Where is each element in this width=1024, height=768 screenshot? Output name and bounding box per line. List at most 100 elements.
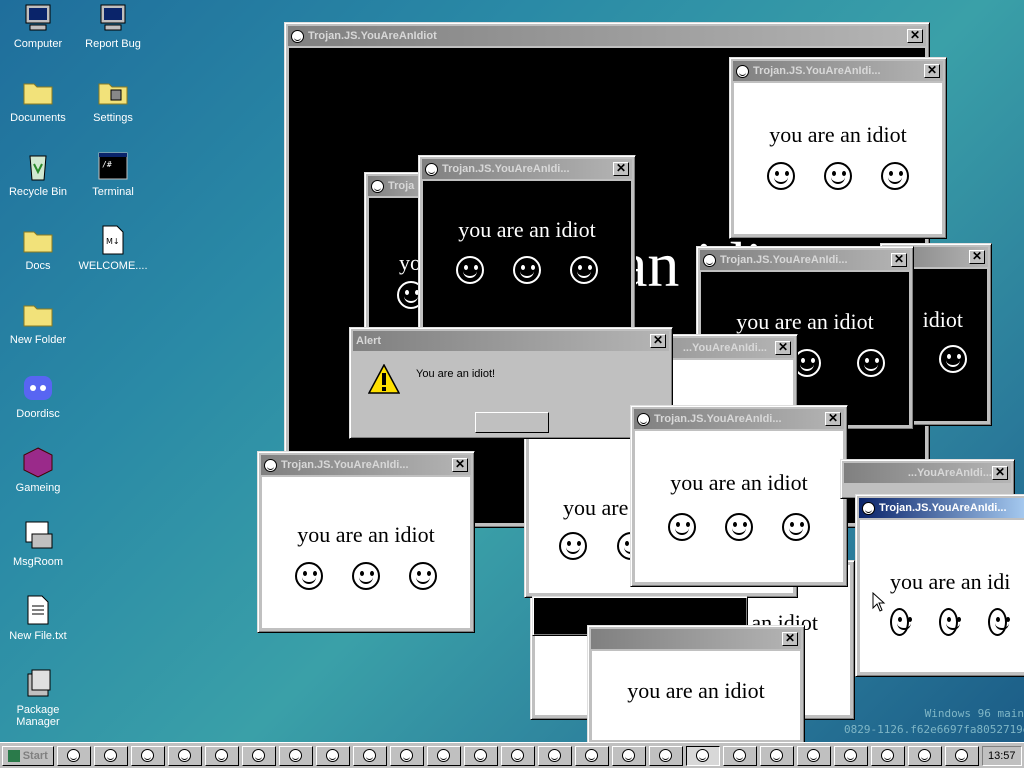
close-button[interactable]: ✕ (613, 162, 629, 176)
desktop-icon[interactable]: Settings (78, 76, 148, 124)
recycle-bin-icon (21, 150, 55, 182)
taskbar-window-button[interactable] (426, 745, 461, 766)
taskbar-window-button[interactable] (389, 745, 424, 766)
desktop-icon[interactable]: Documents (3, 76, 73, 124)
smiley-icon (939, 608, 960, 637)
taskbar-window-button[interactable] (722, 745, 757, 766)
smiley-icon (890, 608, 911, 637)
desktop-icon[interactable]: M↓ WELCOME.... (78, 224, 148, 272)
smiley-icon (988, 608, 1009, 637)
close-button[interactable]: ✕ (992, 466, 1008, 480)
desktop-icon[interactable]: Gameing (3, 446, 73, 494)
alert-dialog[interactable]: Alert ✕ You are an idiot! (349, 327, 673, 439)
smiley-icon (637, 412, 650, 426)
smiley-icon (67, 749, 80, 762)
start-button[interactable]: Start (2, 745, 54, 766)
taskbar-window-button[interactable] (278, 745, 313, 766)
window-message: you are an idiot (736, 308, 874, 334)
trojan-window[interactable]: Trojan.JS.YouAreAnIdi... ✕ you are an idi… (729, 57, 947, 239)
smiley-icon (291, 29, 304, 43)
desktop-icon[interactable]: Docs (3, 224, 73, 272)
trojan-window[interactable]: Trojan.JS.YouAreAnIdi... ✕ you are an idi… (257, 451, 475, 633)
close-button[interactable]: ✕ (650, 334, 666, 348)
taskbar-window-button[interactable] (130, 745, 165, 766)
taskbar-window-button[interactable] (241, 745, 276, 766)
taskbar-window-button[interactable] (93, 745, 128, 766)
smiley-icon (363, 749, 376, 762)
trojan-window[interactable]: Trojan.JS.YouAreAnIdi... ✕ you are an idi… (630, 405, 848, 587)
taskbar: Start 13:57 (0, 742, 1024, 768)
close-button[interactable]: ✕ (969, 250, 985, 264)
taskbar-window-button[interactable] (796, 745, 831, 766)
taskbar-window-button[interactable] (759, 745, 794, 766)
desktop-icon[interactable]: Doordisc (3, 372, 73, 420)
smiley-icon (696, 749, 709, 762)
taskbar-window-button[interactable] (611, 745, 646, 766)
desktop-icon[interactable]: Package Manager (3, 668, 73, 728)
desktop-icon[interactable]: New Folder (3, 298, 73, 346)
close-button[interactable]: ✕ (891, 253, 907, 267)
smiley-icon (252, 749, 265, 762)
text-file-icon (21, 594, 55, 626)
smiley-icon (559, 532, 587, 561)
close-button[interactable]: ✕ (782, 632, 798, 646)
desktop-icon[interactable]: Recycle Bin (3, 150, 73, 198)
smiley-icon (823, 161, 852, 190)
smiley-icon (955, 749, 968, 762)
terminal-icon: /# (96, 150, 130, 182)
taskbar-window-button[interactable] (574, 745, 609, 766)
taskbar-window-button[interactable] (167, 745, 202, 766)
taskbar-window-button[interactable] (537, 745, 572, 766)
smiley-icon (289, 749, 302, 762)
taskbar-window-button[interactable] (870, 745, 905, 766)
smiley-icon (371, 179, 384, 193)
taskbar-window-button[interactable] (463, 745, 498, 766)
trojan-window[interactable]: ✕ you are an idiot (587, 625, 805, 745)
taskbar-window-button[interactable] (315, 745, 350, 766)
desktop-icon-label: MsgRoom (12, 556, 64, 568)
smiley-icon (570, 255, 599, 284)
smiley-icon (326, 749, 339, 762)
computer-icon (96, 2, 130, 34)
taskbar-window-button[interactable] (500, 745, 535, 766)
desktop-icon-label: Package Manager (16, 704, 60, 728)
taskbar-window-button[interactable] (56, 745, 91, 766)
smiley-icon (264, 458, 277, 472)
close-button[interactable]: ✕ (907, 29, 923, 43)
taskbar-window-button[interactable] (352, 745, 387, 766)
taskbar-window-button[interactable] (648, 745, 683, 766)
desktop-icon[interactable]: MsgRoom (3, 520, 73, 568)
trojan-window[interactable]: Trojan.JS.YouAreAnIdi... ✕ you are an idi… (418, 155, 636, 335)
msgroom-icon (21, 520, 55, 552)
taskbar-window-button[interactable] (944, 745, 979, 766)
desktop-icon-label: Terminal (92, 186, 134, 198)
smiley-icon (400, 749, 413, 762)
smiley-icon (622, 749, 635, 762)
smiley-icon (512, 255, 541, 284)
desktop-icon-label: New File.txt (9, 630, 67, 642)
trojan-window[interactable]: ...YouAreAnIdi... ✕ (840, 459, 1015, 499)
smiley-icon (548, 749, 561, 762)
window-message: you are an idi (890, 568, 1011, 594)
svg-text:/#: /# (102, 160, 112, 169)
trojan-window-active[interactable]: Trojan.JS.YouAreAnIdi... you are an idi (855, 494, 1024, 677)
taskbar-window-button[interactable] (685, 745, 720, 766)
taskbar-window-button[interactable] (907, 745, 942, 766)
smiley-icon (733, 749, 746, 762)
taskbar-window-button[interactable] (204, 745, 239, 766)
desktop-icon[interactable]: New File.txt (3, 594, 73, 642)
desktop-icon[interactable]: /# Terminal (78, 150, 148, 198)
smiley-icon (409, 561, 438, 590)
close-button[interactable]: ✕ (775, 341, 791, 355)
folder-icon (21, 76, 55, 108)
smiley-icon (703, 253, 716, 267)
close-button[interactable]: ✕ (924, 64, 940, 78)
close-button[interactable]: ✕ (825, 412, 841, 426)
desktop-icon[interactable]: Report Bug (78, 2, 148, 50)
smiley-icon (585, 749, 598, 762)
close-button[interactable]: ✕ (452, 458, 468, 472)
ok-button[interactable] (475, 412, 549, 433)
start-logo-icon (7, 749, 20, 762)
taskbar-window-button[interactable] (833, 745, 868, 766)
desktop-icon[interactable]: Computer (3, 2, 73, 50)
